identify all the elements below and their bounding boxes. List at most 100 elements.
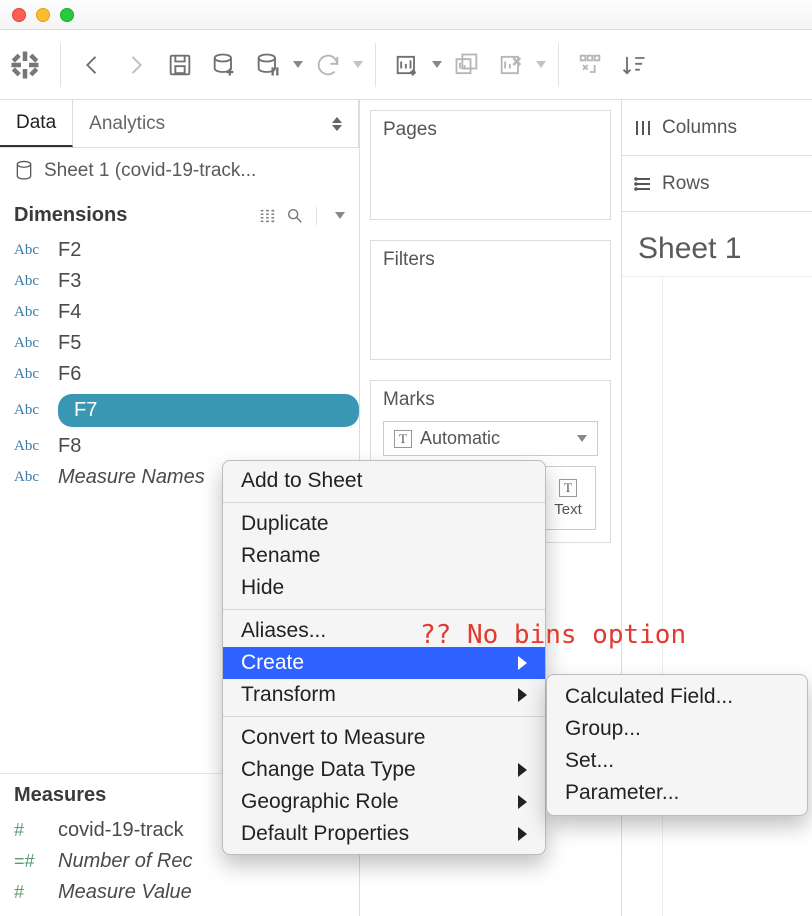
- marks-type-dropdown[interactable]: T Automatic: [383, 421, 598, 456]
- field-label: Measure Value: [58, 881, 345, 904]
- analytics-tab[interactable]: Analytics: [73, 100, 359, 147]
- dimensions-menu-dropdown-icon[interactable]: [335, 212, 345, 219]
- submenu-arrow-icon: [518, 656, 527, 670]
- menu-transform[interactable]: Transform: [223, 679, 545, 711]
- close-window-button[interactable]: [12, 8, 26, 22]
- filters-shelf[interactable]: Filters: [370, 240, 611, 360]
- main-toolbar: [0, 30, 812, 100]
- menu-change-data-type[interactable]: Change Data Type: [223, 754, 545, 786]
- field-label: F5: [58, 332, 345, 355]
- datasource-item[interactable]: Sheet 1 (covid-19-track...: [0, 148, 359, 194]
- sheet-title[interactable]: Sheet 1: [622, 212, 812, 277]
- menu-convert-to-measure[interactable]: Convert to Measure: [223, 722, 545, 754]
- abc-type-icon: Abc: [14, 469, 44, 486]
- dimension-f5[interactable]: Abc F5: [0, 328, 359, 359]
- sort-button[interactable]: [615, 46, 653, 84]
- annotation-text: ?? No bins option: [420, 620, 686, 650]
- marks-text-card[interactable]: T Text: [540, 466, 596, 530]
- data-tab[interactable]: Data: [0, 100, 73, 147]
- create-submenu: Calculated Field... Group... Set... Para…: [546, 674, 808, 816]
- dimension-f3[interactable]: Abc F3: [0, 266, 359, 297]
- marks-type-value: Automatic: [420, 428, 500, 449]
- submenu-calculated-field[interactable]: Calculated Field...: [547, 681, 807, 713]
- pages-shelf-label: Pages: [383, 119, 437, 140]
- abc-type-icon: Abc: [14, 366, 44, 383]
- chevron-down-icon: [577, 435, 587, 442]
- dimension-f8[interactable]: Abc F8: [0, 431, 359, 462]
- dimension-f4[interactable]: AbcF4: [0, 297, 359, 328]
- marks-text-label: Text: [554, 501, 582, 518]
- field-label: F8: [58, 435, 345, 458]
- pause-updates-button[interactable]: [249, 46, 287, 84]
- menu-rename[interactable]: Rename: [223, 540, 545, 572]
- submenu-arrow-icon: [518, 795, 527, 809]
- datasource-name: Sheet 1 (covid-19-track...: [44, 160, 256, 182]
- refresh-button[interactable]: [309, 46, 347, 84]
- back-button[interactable]: [73, 46, 111, 84]
- submenu-arrow-icon: [518, 827, 527, 841]
- tableau-logo: [10, 50, 40, 80]
- clear-sheet-dropdown-icon[interactable]: [536, 61, 546, 68]
- maximize-window-button[interactable]: [60, 8, 74, 22]
- submenu-parameter[interactable]: Parameter...: [547, 777, 807, 809]
- canvas[interactable]: [662, 277, 812, 916]
- field-context-menu: Add to Sheet Duplicate Rename Hide Alias…: [222, 460, 546, 855]
- new-worksheet-button[interactable]: [388, 46, 426, 84]
- field-label: F2: [58, 239, 345, 262]
- field-label: F3: [58, 270, 345, 293]
- measure-measure-values[interactable]: # Measure Value: [0, 877, 359, 908]
- menu-separator: [223, 502, 545, 503]
- duplicate-sheet-button[interactable]: [448, 46, 486, 84]
- forward-button[interactable]: [117, 46, 155, 84]
- text-type-icon: T: [559, 479, 577, 497]
- dimension-f7-selected-pill[interactable]: F7: [58, 394, 359, 427]
- refresh-dropdown-icon[interactable]: [353, 61, 363, 68]
- submenu-group[interactable]: Group...: [547, 713, 807, 745]
- menu-duplicate[interactable]: Duplicate: [223, 508, 545, 540]
- columns-shelf[interactable]: Columns: [622, 100, 812, 156]
- menu-add-to-sheet[interactable]: Add to Sheet: [223, 465, 545, 497]
- menu-hide[interactable]: Hide: [223, 572, 545, 604]
- dimension-f6[interactable]: Abc F6: [0, 359, 359, 390]
- filters-shelf-label: Filters: [383, 249, 435, 270]
- abc-type-icon: Abc: [14, 335, 44, 352]
- dimension-f2[interactable]: Abc F2: [0, 235, 359, 266]
- field-label: F7: [74, 399, 345, 422]
- menu-separator: [223, 716, 545, 717]
- menu-create[interactable]: Create: [223, 647, 545, 679]
- submenu-set[interactable]: Set...: [547, 745, 807, 777]
- rows-label: Rows: [662, 173, 710, 195]
- menu-separator: [223, 609, 545, 610]
- clear-sheet-button[interactable]: [492, 46, 530, 84]
- columns-icon: [634, 119, 652, 137]
- menu-geographic-role[interactable]: Geographic Role: [223, 786, 545, 818]
- abc-type-icon: Abc: [14, 273, 44, 290]
- rows-icon: [634, 175, 652, 193]
- datasource-icon: [14, 160, 34, 182]
- pages-shelf[interactable]: Pages: [370, 110, 611, 220]
- number-type-icon: #: [14, 882, 44, 903]
- new-worksheet-dropdown-icon[interactable]: [432, 61, 442, 68]
- analytics-tab-label: Analytics: [89, 113, 165, 135]
- tab-updown-icon: [332, 117, 342, 131]
- columns-label: Columns: [662, 117, 737, 139]
- save-button[interactable]: [161, 46, 199, 84]
- view-list-icon[interactable]: [258, 207, 276, 225]
- number-type-icon: #: [14, 820, 44, 841]
- abc-type-icon: Abc: [14, 402, 44, 419]
- swap-rows-columns-button[interactable]: [571, 46, 609, 84]
- abc-type-icon: Abc: [14, 304, 44, 321]
- new-datasource-button[interactable]: [205, 46, 243, 84]
- window-titlebar: [0, 0, 812, 30]
- text-type-icon: T: [394, 430, 412, 448]
- search-icon[interactable]: [286, 207, 304, 225]
- dimension-f7-row[interactable]: Abc F7: [0, 390, 359, 431]
- abc-type-icon: Abc: [14, 438, 44, 455]
- minimize-window-button[interactable]: [36, 8, 50, 22]
- pause-updates-dropdown-icon[interactable]: [293, 61, 303, 68]
- abc-type-icon: Abc: [14, 242, 44, 259]
- submenu-arrow-icon: [518, 688, 527, 702]
- rows-shelf[interactable]: Rows: [622, 156, 812, 212]
- field-label: F6: [58, 363, 345, 386]
- menu-default-properties[interactable]: Default Properties: [223, 818, 545, 850]
